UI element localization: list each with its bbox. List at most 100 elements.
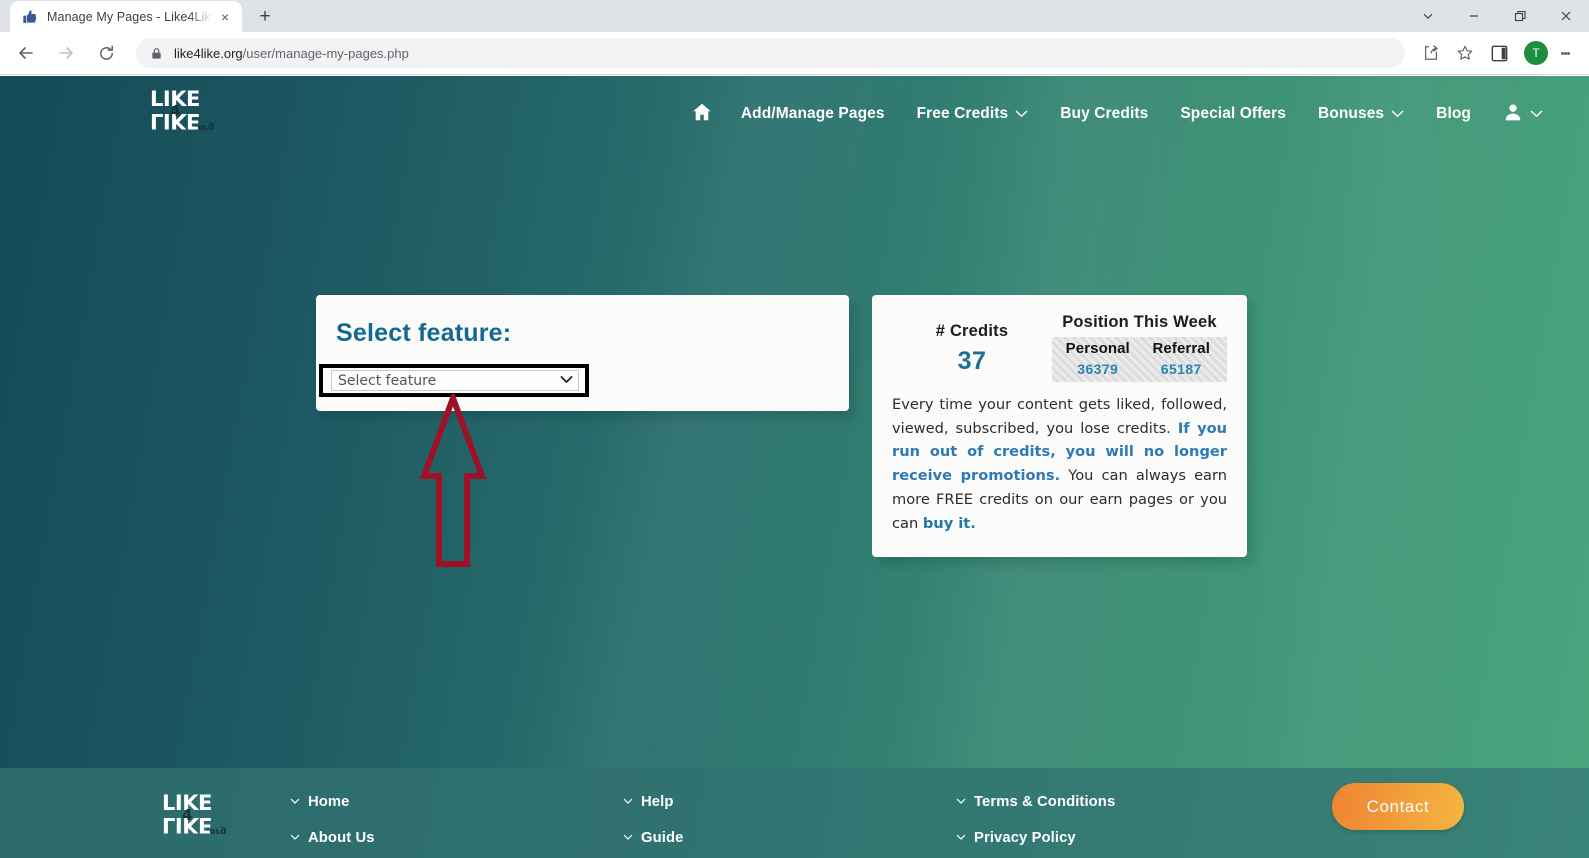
browser-tab[interactable]: Manage My Pages - Like4Like.org × [10,1,242,32]
lock-icon [150,47,163,60]
position-block: Position This Week Personal 36379 Referr… [1052,313,1227,382]
logo-four: 4 [182,806,193,824]
feature-select-value: Select feature [338,372,437,389]
feature-select-highlight: Select feature [319,364,589,397]
credits-heading: # Credits [935,322,1009,340]
position-label: Referral [1152,340,1210,357]
position-heading: Position This Week [1062,313,1217,331]
chevron-down-icon [623,796,633,808]
browser-window: Manage My Pages - Like4Like.org × + [0,0,1589,858]
chevron-down-icon [956,796,966,808]
credits-value: 37 [957,347,987,375]
reload-icon[interactable] [90,37,122,69]
footer-link-label: About Us [308,830,375,846]
nav-item-bonuses[interactable]: Bonuses [1302,105,1420,123]
position-column-referral: Referral 65187 [1140,340,1224,377]
footer-link-help[interactable]: Help [623,794,956,810]
contact-button[interactable]: Contact [1332,783,1464,830]
url-text: like4like.org/user/manage-my-pages.php [174,46,409,61]
nav-label: Bonuses [1317,105,1385,122]
position-value[interactable]: 36379 [1056,361,1140,377]
nav-item-blog[interactable]: Blog [1420,105,1487,123]
profile-avatar[interactable]: T [1524,41,1548,65]
tab-title: Manage My Pages - Like4Like.org [47,9,212,24]
position-column-personal: Personal 36379 [1056,340,1140,377]
feature-select[interactable]: Select feature [331,370,579,391]
footer-link-terms[interactable]: Terms & Conditions [956,794,1289,810]
url-path: /user/manage-my-pages.php [242,45,409,61]
main-navigation: Add/Manage Pages Free Credits Buy Credit… [679,101,1559,128]
footer-link-privacy[interactable]: Privacy Policy [956,830,1289,846]
close-icon[interactable]: × [216,8,234,26]
nav-label: Add/Manage Pages [740,105,885,122]
position-value[interactable]: 65187 [1140,361,1224,377]
new-tab-button[interactable]: + [251,2,279,30]
footer-link-guide[interactable]: Guide [623,830,956,846]
address-bar[interactable]: like4like.org/user/manage-my-pages.php [136,38,1405,68]
nav-label: Buy Credits [1060,105,1149,122]
chevron-down-icon [623,832,633,844]
nav-label: Blog [1436,105,1471,122]
browser-titlebar: Manage My Pages - Like4Like.org × + [0,0,1589,32]
credits-block: # Credits 37 [892,313,1052,376]
user-icon [1503,102,1523,127]
chevron-down-icon [290,796,300,808]
maximize-icon[interactable] [1497,0,1543,32]
nav-item-buy-credits[interactable]: Buy Credits [1044,105,1164,123]
position-table: Personal 36379 Referral 65187 [1052,337,1227,382]
buy-it-link[interactable]: buy it. [923,515,976,532]
browser-menu-icon[interactable] [1551,37,1579,69]
site-logo[interactable]: LIKE LIKE 4 .org [150,88,215,140]
footer-link-about-us[interactable]: About Us [290,830,623,846]
minimize-icon[interactable] [1451,0,1497,32]
chevron-down-icon [290,832,300,844]
footer-link-label: Help [641,794,674,810]
chevron-down-icon [1391,105,1404,123]
browser-toolbar: like4like.org/user/manage-my-pages.php T [0,32,1589,75]
forward-icon [50,37,82,69]
credits-summary: # Credits 37 Position This Week Personal… [892,313,1227,382]
site-footer: LIKE LIKE 4 .org Home About Us Help Guid… [0,768,1589,858]
nav-item-free-credits[interactable]: Free Credits [901,105,1045,123]
bookmark-star-icon[interactable] [1449,37,1481,69]
footer-link-label: Terms & Conditions [974,794,1116,810]
back-icon[interactable] [10,37,42,69]
home-icon [691,101,713,128]
footer-column-1: Home About Us [290,794,623,858]
logo-org: .org [194,122,215,132]
footer-logo[interactable]: LIKE LIKE 4 .org [162,792,227,844]
annotation-up-arrow [418,389,488,574]
footer-link-home[interactable]: Home [290,794,623,810]
footer-column-2: Help Guide [623,794,956,858]
share-icon[interactable] [1415,37,1447,69]
footer-link-label: Guide [641,830,684,846]
chevron-down-icon [560,375,573,387]
chevron-down-icon [1015,105,1028,123]
site-header: LIKE LIKE 4 .org Add/Manage Pages Free C… [0,76,1589,152]
window-controls [1405,0,1589,32]
page-viewport: LIKE LIKE 4 .org Add/Manage Pages Free C… [0,76,1589,858]
side-panel-icon[interactable] [1483,37,1515,69]
select-feature-title: Select feature: [336,319,512,347]
nav-item-user-menu[interactable] [1487,102,1559,127]
logo-four: 4 [170,102,181,120]
thumbs-up-icon [22,9,38,25]
chevron-down-icon [956,832,966,844]
nav-item-add-manage-pages[interactable]: Add/Manage Pages [725,105,901,123]
footer-column-3: Terms & Conditions Privacy Policy [956,794,1289,858]
credits-card: # Credits 37 Position This Week Personal… [872,295,1247,557]
credits-text-part1: Every time your content gets liked, foll… [892,396,1227,437]
nav-item-home[interactable] [679,101,725,128]
nav-label: Special Offers [1180,105,1286,122]
footer-links: Home About Us Help Guide Terms & Conditi… [290,794,1289,858]
logo-org: .org [206,826,227,836]
footer-link-label: Privacy Policy [974,830,1076,846]
nav-item-special-offers[interactable]: Special Offers [1164,105,1302,123]
chevron-down-icon [1530,105,1543,123]
nav-label: Free Credits [916,105,1009,122]
footer-link-label: Home [308,794,350,810]
tab-search-chevron-icon[interactable] [1405,0,1451,32]
url-domain: like4like.org [174,45,243,61]
position-label: Personal [1065,340,1130,357]
window-close-icon[interactable] [1543,0,1589,32]
